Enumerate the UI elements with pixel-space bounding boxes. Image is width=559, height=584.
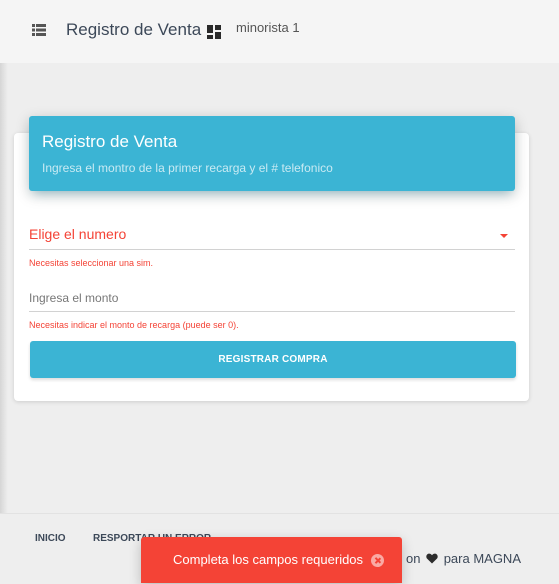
register-purchase-button[interactable]: REGISTRAR COMPRA	[30, 341, 516, 378]
card-title: Registro de Venta	[42, 132, 178, 151]
page-title: Registro de Venta	[66, 20, 202, 39]
caret-down-icon	[500, 234, 508, 238]
toast-message: Completa los campos requeridos	[173, 552, 364, 567]
amount-input-error: Necesitas indicar el monto de recarga (p…	[29, 320, 239, 330]
user-name[interactable]: minorista 1	[236, 20, 300, 35]
card-header: Registro de Venta Ingresa el montro de l…	[29, 116, 515, 191]
close-circle-icon[interactable]	[371, 554, 384, 567]
number-select-value: Elige el numero	[29, 226, 127, 242]
footer-credit-suffix: para MAGNA	[443, 551, 521, 566]
dashboard-icon[interactable]	[207, 25, 221, 39]
footer-credit: on para MAGNA	[406, 551, 521, 566]
top-navbar: Registro de Venta minorista 1	[0, 0, 559, 63]
list-icon[interactable]	[32, 24, 46, 36]
footer-credit-prefix: on	[405, 551, 421, 566]
amount-input[interactable]	[29, 284, 515, 312]
card-subtitle: Ingresa el montro de la primer recarga y…	[42, 161, 333, 175]
footer-link-home[interactable]: INICIO	[35, 533, 66, 544]
number-select[interactable]: Elige el numero	[29, 222, 515, 250]
number-select-error: Necesitas seleccionar una sim.	[29, 258, 154, 268]
heart-icon	[426, 553, 438, 564]
page-left-shadow	[0, 63, 8, 513]
error-toast: Completa los campos requeridos	[141, 537, 402, 583]
